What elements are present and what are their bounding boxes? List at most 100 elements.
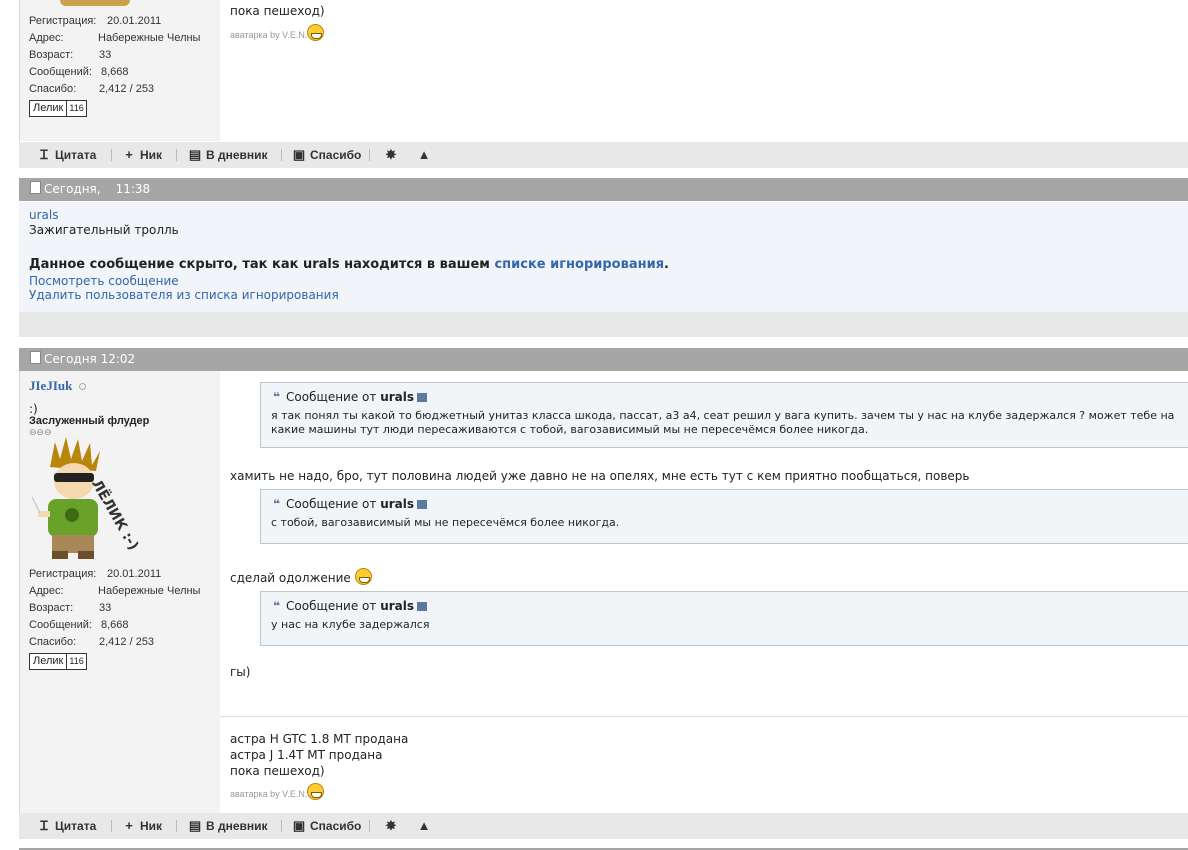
star-button[interactable]: ✸ bbox=[384, 142, 398, 168]
badge-count: 116 bbox=[66, 101, 85, 116]
divider bbox=[369, 149, 370, 161]
reply-text-line: сделай одолжение bbox=[230, 568, 372, 585]
ignore-list-link[interactable]: списке игнорирования bbox=[494, 257, 664, 272]
quote-header: ❝ Сообщение от urals bbox=[273, 390, 428, 404]
quote-cursor-icon: Ɪ bbox=[40, 818, 48, 833]
plus-icon: + bbox=[125, 147, 133, 162]
credit-text: аватарка by V.E.N. bbox=[230, 789, 308, 799]
user-rank-title: Заслуженный флудер bbox=[29, 415, 150, 427]
quote-author: urals bbox=[380, 390, 415, 404]
hidden-notice-end: . bbox=[664, 257, 669, 272]
user-status-text: :) bbox=[29, 402, 38, 416]
nick-label: Ник bbox=[140, 148, 163, 162]
reply-text: сделай одолжение bbox=[230, 571, 351, 585]
quote-block: ❝ Сообщение от urals я так понял ты какой… bbox=[260, 382, 1188, 448]
user-badge[interactable]: Лелик 116 bbox=[29, 100, 87, 117]
view-post-icon[interactable] bbox=[417, 393, 428, 402]
view-message-link[interactable]: Посмотреть сообщение bbox=[29, 274, 179, 288]
quote-prefix: Сообщение от bbox=[286, 497, 377, 511]
info-label: Возраст: bbox=[29, 49, 74, 61]
info-value: 2,412 / 253 bbox=[99, 636, 155, 648]
thanks-button[interactable]: ▣ Спасибо bbox=[292, 142, 362, 168]
post2-footer-bar bbox=[19, 312, 1188, 337]
thanks-label: Спасибо bbox=[310, 148, 362, 162]
quote-label: Цитата bbox=[55, 819, 97, 833]
post1-avatar-credit: аватарка by V.E.N. bbox=[230, 24, 325, 41]
post2-user-title: Зажигательный тролль bbox=[29, 223, 179, 237]
info-label: Регистрация: bbox=[29, 15, 97, 27]
offline-status-icon bbox=[79, 383, 86, 390]
signature-line: астра J 1.4T MT продана bbox=[230, 748, 383, 762]
divider bbox=[281, 820, 282, 832]
signature-divider bbox=[220, 716, 1188, 717]
grin-smiley-icon bbox=[354, 568, 372, 585]
credit-text: аватарка by V.E.N. bbox=[230, 30, 308, 40]
diary-icon: ▤ bbox=[188, 147, 202, 162]
plus-icon: + bbox=[125, 818, 133, 833]
post2-header: Сегодня, 11:38 bbox=[19, 178, 1188, 201]
post3-username-link[interactable]: JIeJIuk bbox=[29, 378, 72, 394]
diary-button[interactable]: ▤ В дневник bbox=[188, 142, 268, 168]
diary-label: В дневник bbox=[206, 148, 268, 162]
user-avatar: ЛЁЛИК :-) bbox=[30, 437, 150, 562]
post3-datetime: Сегодня 12:02 bbox=[44, 352, 136, 366]
quote-marks-icon: ❝ bbox=[273, 497, 281, 511]
diary-label: В дневник bbox=[206, 819, 268, 833]
info-value: 33 bbox=[99, 49, 112, 61]
post1-user-column: Регистрация: 20.01.2011 Адрес: Набережные … bbox=[19, 0, 220, 141]
info-value: 20.01.2011 bbox=[107, 568, 162, 580]
thanks-icon: ▣ bbox=[292, 818, 306, 833]
quote-author: urals bbox=[380, 599, 415, 613]
info-label: Возраст: bbox=[29, 602, 74, 614]
badge-count: 116 bbox=[66, 654, 85, 669]
info-label: Адрес: bbox=[29, 585, 64, 597]
quote-text-line: я так понял ты какой то бюджетный унитаз… bbox=[271, 409, 1175, 422]
post1-user-info: Регистрация: 20.01.2011 Адрес: Набережные … bbox=[29, 13, 219, 98]
remove-from-ignore-link[interactable]: Удалить пользователя из списка игнориров… bbox=[29, 288, 339, 302]
post2-time: 11:38 bbox=[115, 182, 151, 196]
star-burst-icon: ✸ bbox=[385, 818, 397, 833]
post3-user-info: Регистрация: 20.01.2011 Адрес: Набережные … bbox=[29, 566, 219, 651]
info-label: Спасибо: bbox=[29, 636, 77, 648]
diary-button[interactable]: ▤ В дневник bbox=[188, 813, 268, 839]
user-badge[interactable]: Лелик 116 bbox=[29, 653, 87, 670]
quote-button[interactable]: Ɪ Цитата bbox=[37, 813, 96, 839]
post3-header: Сегодня 12:02 bbox=[19, 348, 1188, 371]
grin-smiley-icon bbox=[307, 24, 325, 41]
nick-button[interactable]: + Ник bbox=[122, 813, 162, 839]
hidden-notice-text: Данное сообщение скрыто, так как urals н… bbox=[29, 257, 490, 272]
nick-label: Ник bbox=[140, 819, 163, 833]
report-button[interactable]: ▲ bbox=[417, 813, 431, 839]
post2-hidden-notice: Данное сообщение скрыто, так как urals н… bbox=[29, 257, 669, 272]
info-label: Сообщений: bbox=[29, 66, 92, 78]
divider bbox=[281, 149, 282, 161]
report-button[interactable]: ▲ bbox=[417, 142, 431, 168]
quote-header: ❝ Сообщение от urals bbox=[273, 599, 428, 613]
divider bbox=[176, 149, 177, 161]
info-value: 8,668 bbox=[101, 66, 129, 78]
thanks-button[interactable]: ▣ Спасибо bbox=[292, 813, 362, 839]
signature: астра H GTC 1.8 MT продана астра J 1.4T … bbox=[230, 731, 408, 779]
star-burst-icon: ✸ bbox=[385, 147, 397, 162]
info-label: Сообщений: bbox=[29, 619, 92, 631]
quote-prefix: Сообщение от bbox=[286, 390, 377, 404]
reply-text: хамить не надо, бро, тут половина людей … bbox=[230, 469, 970, 483]
info-value: 2,412 / 253 bbox=[99, 83, 155, 95]
quote-block: ❝ Сообщение от urals с тобой, вагозависим… bbox=[260, 489, 1188, 544]
username-text: JIeJIuk bbox=[29, 378, 73, 393]
post2-username-link[interactable]: urals bbox=[29, 208, 58, 222]
post3-toolbar: Ɪ Цитата + Ник ▤ В дневник ▣ Спасибо ✸ ▲ bbox=[19, 813, 1188, 839]
post-page-icon bbox=[30, 351, 41, 364]
view-post-icon[interactable] bbox=[417, 602, 428, 611]
thanks-icon: ▣ bbox=[292, 147, 306, 162]
quote-prefix: Сообщение от bbox=[286, 599, 377, 613]
info-value: 20.01.2011 bbox=[107, 15, 162, 27]
quote-marks-icon: ❝ bbox=[273, 599, 281, 613]
quote-text-line: какие машины тут люди пересаживаются с т… bbox=[271, 423, 869, 436]
nick-button[interactable]: + Ник bbox=[122, 142, 162, 168]
post1-body-text: пока пешеход) bbox=[230, 4, 325, 18]
quote-block: ❝ Сообщение от urals у нас на клубе задер… bbox=[260, 591, 1188, 646]
quote-button[interactable]: Ɪ Цитата bbox=[37, 142, 96, 168]
view-post-icon[interactable] bbox=[417, 500, 428, 509]
star-button[interactable]: ✸ bbox=[384, 813, 398, 839]
